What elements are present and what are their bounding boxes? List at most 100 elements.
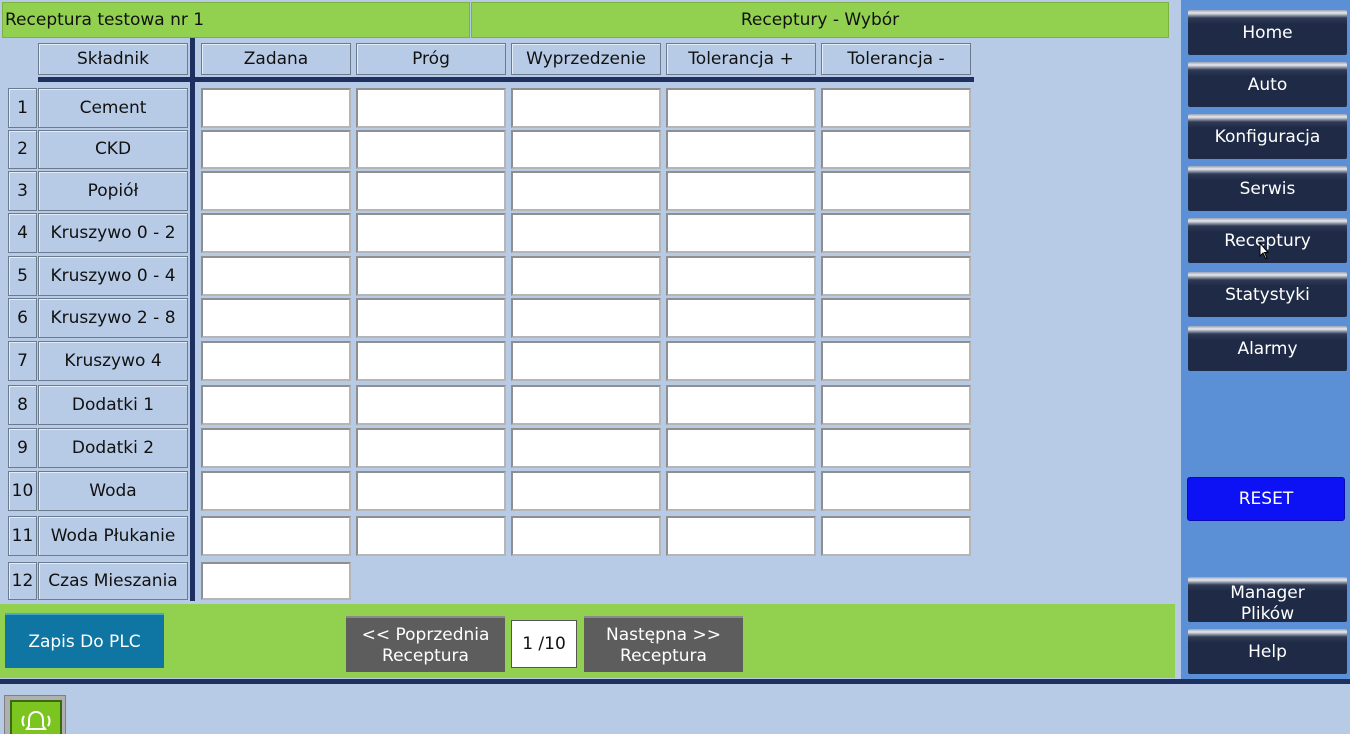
row-number: 2: [8, 130, 37, 169]
next-recipe-label-1: Następna >>: [606, 625, 721, 645]
value-input-wyprzedzenie[interactable]: [511, 298, 661, 338]
value-input-zadana[interactable]: [201, 298, 351, 338]
header-prog: Próg: [356, 43, 506, 75]
header-skladnik: Składnik: [38, 43, 188, 75]
value-input-tolerancja-plus[interactable]: [666, 385, 816, 425]
header-zadana: Zadana: [201, 43, 351, 75]
column-divider: [190, 38, 195, 601]
value-input-tolerancja-minus[interactable]: [821, 428, 971, 468]
reset-button[interactable]: RESET: [1187, 477, 1345, 521]
value-input-tolerancja-plus[interactable]: [666, 256, 816, 296]
file-manager-label-1: Manager: [1230, 583, 1305, 603]
previous-recipe-label-2: Receptura: [382, 646, 469, 666]
save-to-plc-button[interactable]: Zapis Do PLC: [5, 613, 164, 668]
header-divider: [38, 77, 974, 82]
value-input-tolerancja-plus[interactable]: [666, 516, 816, 556]
next-recipe-label-2: Receptura: [620, 646, 707, 666]
nav-home-button[interactable]: Home: [1188, 10, 1347, 55]
nav-stats-button[interactable]: Statystyki: [1188, 272, 1347, 317]
next-recipe-button[interactable]: Następna >> Receptura: [584, 616, 743, 672]
value-input-tolerancja-plus[interactable]: [666, 341, 816, 381]
ingredient-name: Kruszywo 0 - 2: [38, 213, 188, 253]
value-input-tolerancja-minus[interactable]: [821, 171, 971, 211]
value-input-prog[interactable]: [356, 88, 506, 128]
alarm-bell-icon[interactable]: [10, 700, 62, 734]
value-input-prog[interactable]: [356, 471, 506, 511]
value-input-wyprzedzenie[interactable]: [511, 385, 661, 425]
ingredient-name: Czas Mieszania: [38, 562, 188, 600]
value-input-prog[interactable]: [356, 428, 506, 468]
value-input-wyprzedzenie[interactable]: [511, 88, 661, 128]
value-input-wyprzedzenie[interactable]: [511, 130, 661, 169]
value-input-prog[interactable]: [356, 341, 506, 381]
header-tolerancja-plus: Tolerancja +: [666, 43, 816, 75]
nav-alarms-button[interactable]: Alarmy: [1188, 326, 1347, 371]
value-input-wyprzedzenie[interactable]: [511, 428, 661, 468]
value-input-tolerancja-minus[interactable]: [821, 385, 971, 425]
value-input-tolerancja-plus[interactable]: [666, 428, 816, 468]
nav-help-button[interactable]: Help: [1188, 629, 1347, 674]
value-input-zadana[interactable]: [201, 516, 351, 556]
bell-icon: [21, 710, 51, 730]
value-input-prog[interactable]: [356, 213, 506, 253]
previous-recipe-label-1: << Poprzednia: [361, 625, 490, 645]
value-input-prog[interactable]: [356, 298, 506, 338]
recipe-name-label: Receptura testowa nr 1: [2, 2, 470, 38]
mouse-pointer-icon: [1259, 242, 1269, 260]
nav-config-button[interactable]: Konfiguracja: [1188, 114, 1347, 159]
value-input-prog[interactable]: [356, 130, 506, 169]
value-input-prog[interactable]: [356, 385, 506, 425]
value-input-prog[interactable]: [356, 516, 506, 556]
row-number: 12: [8, 562, 37, 600]
value-input-zadana[interactable]: [201, 171, 351, 211]
value-input-wyprzedzenie[interactable]: [511, 471, 661, 511]
value-input-wyprzedzenie[interactable]: [511, 213, 661, 253]
value-input-tolerancja-minus[interactable]: [821, 256, 971, 296]
ingredient-name: Dodatki 1: [38, 385, 188, 425]
value-input-tolerancja-minus[interactable]: [821, 516, 971, 556]
value-input-zadana[interactable]: [201, 428, 351, 468]
row-number: 1: [8, 88, 37, 128]
row-number: 11: [8, 516, 37, 556]
nav-auto-button[interactable]: Auto: [1188, 62, 1347, 107]
value-input-wyprzedzenie[interactable]: [511, 256, 661, 296]
value-input-zadana[interactable]: [201, 562, 351, 600]
value-input-tolerancja-minus[interactable]: [821, 298, 971, 338]
nav-file-manager-button[interactable]: Manager Plików: [1188, 577, 1347, 624]
value-input-prog[interactable]: [356, 256, 506, 296]
value-input-tolerancja-plus[interactable]: [666, 130, 816, 169]
value-input-tolerancja-plus[interactable]: [666, 213, 816, 253]
previous-recipe-button[interactable]: << Poprzednia Receptura: [346, 616, 505, 672]
value-input-zadana[interactable]: [201, 471, 351, 511]
header-wyprzedzenie: Wyprzedzenie: [511, 43, 661, 75]
value-input-zadana[interactable]: [201, 385, 351, 425]
value-input-zadana[interactable]: [201, 256, 351, 296]
value-input-tolerancja-plus[interactable]: [666, 471, 816, 511]
value-input-prog[interactable]: [356, 171, 506, 211]
value-input-wyprzedzenie[interactable]: [511, 341, 661, 381]
value-input-tolerancja-minus[interactable]: [821, 471, 971, 511]
row-number: 4: [8, 213, 37, 253]
ingredient-name: Woda Płukanie: [38, 516, 188, 556]
value-input-zadana[interactable]: [201, 130, 351, 169]
value-input-tolerancja-minus[interactable]: [821, 341, 971, 381]
row-number: 8: [8, 385, 37, 425]
nav-service-button[interactable]: Serwis: [1188, 166, 1347, 211]
ingredient-name: Kruszywo 2 - 8: [38, 298, 188, 338]
value-input-zadana[interactable]: [201, 341, 351, 381]
row-number: 5: [8, 256, 37, 296]
value-input-tolerancja-minus[interactable]: [821, 88, 971, 128]
value-input-wyprzedzenie[interactable]: [511, 516, 661, 556]
row-number: 3: [8, 171, 37, 211]
value-input-tolerancja-plus[interactable]: [666, 298, 816, 338]
value-input-wyprzedzenie[interactable]: [511, 171, 661, 211]
value-input-tolerancja-plus[interactable]: [666, 171, 816, 211]
value-input-zadana[interactable]: [201, 88, 351, 128]
value-input-tolerancja-minus[interactable]: [821, 130, 971, 169]
value-input-zadana[interactable]: [201, 213, 351, 253]
bottom-separator: [0, 679, 1350, 684]
screen-title: Receptury - Wybór: [471, 2, 1169, 38]
row-number: 6: [8, 298, 37, 338]
value-input-tolerancja-minus[interactable]: [821, 213, 971, 253]
value-input-tolerancja-plus[interactable]: [666, 88, 816, 128]
